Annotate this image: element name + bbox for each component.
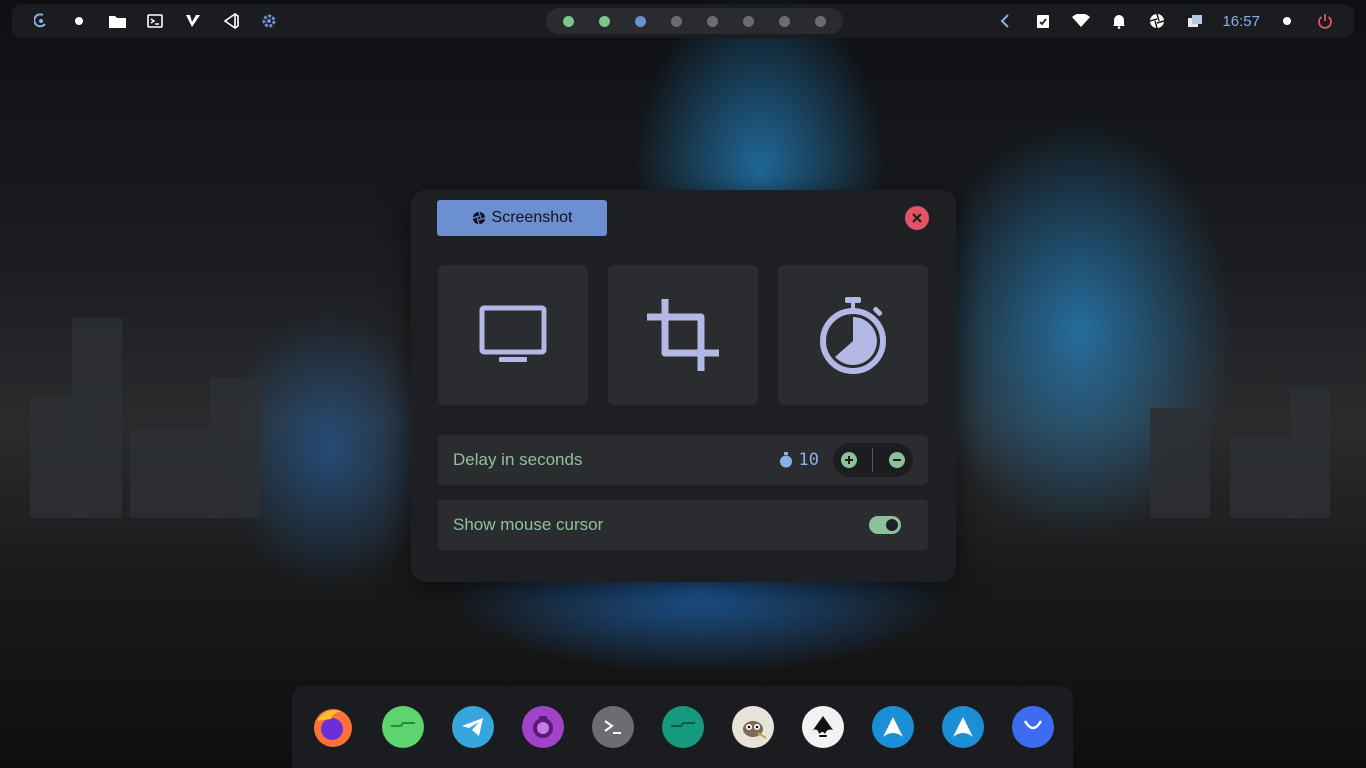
increase-delay-button[interactable] [840, 452, 857, 468]
plus-icon [844, 456, 853, 464]
fullscreen-monitor-icon [479, 305, 547, 362]
vscode-icon[interactable] [212, 4, 250, 38]
chevron-left-icon[interactable] [986, 4, 1024, 38]
dock-smile[interactable] [998, 692, 1068, 762]
terminal-icon [591, 706, 634, 748]
workspace-dot-1[interactable] [563, 15, 574, 27]
delay-label: Delay in seconds [453, 450, 583, 469]
firefox-icon [313, 709, 352, 747]
delay-stepper [833, 443, 913, 477]
capture-mode-buttons [438, 265, 928, 405]
workspace-dot-7[interactable] [779, 15, 790, 27]
delay-value: 10 [798, 450, 819, 470]
screenshot-aperture-icon[interactable] [1138, 4, 1176, 38]
dock-firefox[interactable] [298, 692, 368, 762]
dot-icon[interactable] [60, 4, 98, 38]
stepper-divider [872, 448, 874, 472]
delay-row: Delay in seconds 10 [438, 435, 928, 485]
wifi-icon[interactable] [1062, 4, 1100, 38]
gimp-icon [731, 706, 774, 748]
workspace-dot-2[interactable] [599, 15, 610, 27]
top-panel-left [22, 4, 288, 38]
capture-fullscreen-button[interactable] [438, 265, 588, 405]
windows-icon[interactable] [1176, 4, 1214, 38]
arch-icon [941, 706, 984, 748]
cursor-label: Show mouse cursor [453, 515, 604, 534]
smile-icon [1011, 706, 1054, 748]
power-icon[interactable] [1306, 4, 1344, 38]
dock-terminal[interactable] [578, 692, 648, 762]
top-panel-right: 16:57 [986, 4, 1344, 38]
workspace-dot-3[interactable] [635, 15, 646, 27]
screenshot-aperture-icon [472, 211, 485, 225]
dock-arch-installer[interactable] [858, 692, 928, 762]
timer-icon [779, 452, 792, 468]
notification-bell-icon[interactable] [1100, 4, 1138, 38]
minus-icon [893, 459, 902, 461]
checklist-icon[interactable] [1024, 4, 1062, 38]
debian-swirl-icon[interactable] [22, 4, 60, 38]
vim-icon[interactable] [174, 4, 212, 38]
close-button[interactable] [905, 206, 929, 230]
capture-region-button[interactable] [608, 265, 758, 405]
top-panel: 16:57 [12, 4, 1354, 38]
clock[interactable]: 16:57 [1214, 13, 1268, 30]
dock-files[interactable] [368, 692, 438, 762]
workspace-dot-4[interactable] [671, 15, 682, 27]
capture-timer-button[interactable] [778, 265, 928, 405]
timer-stopwatch-icon [820, 297, 886, 374]
dock [292, 686, 1073, 768]
cursor-row: Show mouse cursor [438, 500, 928, 550]
dialog-title: Screenshot [491, 209, 573, 226]
delay-value-display: 10 [779, 450, 819, 470]
screenshot-title-button[interactable]: Screenshot [437, 200, 607, 236]
files-icon [381, 706, 424, 748]
close-icon [912, 213, 922, 223]
dock-gimp[interactable] [718, 692, 788, 762]
workspace-dot-6[interactable] [743, 15, 754, 27]
camera-icon [521, 706, 564, 748]
dock-folder[interactable] [648, 692, 718, 762]
dock-arch-installer-alt[interactable] [928, 692, 998, 762]
show-cursor-toggle[interactable] [869, 516, 901, 534]
crop-region-icon [647, 299, 719, 371]
workspace-dot-8[interactable] [815, 15, 826, 27]
terminal-icon[interactable] [136, 4, 174, 38]
telegram-icon [451, 706, 494, 748]
folder-icon [661, 706, 704, 748]
screenshot-dialog: Screenshot Delay in seconds 10 Show mous… [411, 190, 956, 582]
dock-inkscape[interactable] [788, 692, 858, 762]
toggle-knob [886, 519, 898, 531]
arch-icon [871, 706, 914, 748]
dialog-header: Screenshot [411, 190, 956, 244]
dock-telegram[interactable] [438, 692, 508, 762]
workspace-dot-5[interactable] [707, 15, 718, 27]
inkscape-icon [801, 706, 844, 748]
workspace-indicator [546, 8, 843, 34]
dock-camera[interactable] [508, 692, 578, 762]
settings-gear-icon[interactable] [250, 4, 288, 38]
dot-icon[interactable] [1268, 4, 1306, 38]
folder-icon[interactable] [98, 4, 136, 38]
decrease-delay-button[interactable] [889, 452, 906, 468]
